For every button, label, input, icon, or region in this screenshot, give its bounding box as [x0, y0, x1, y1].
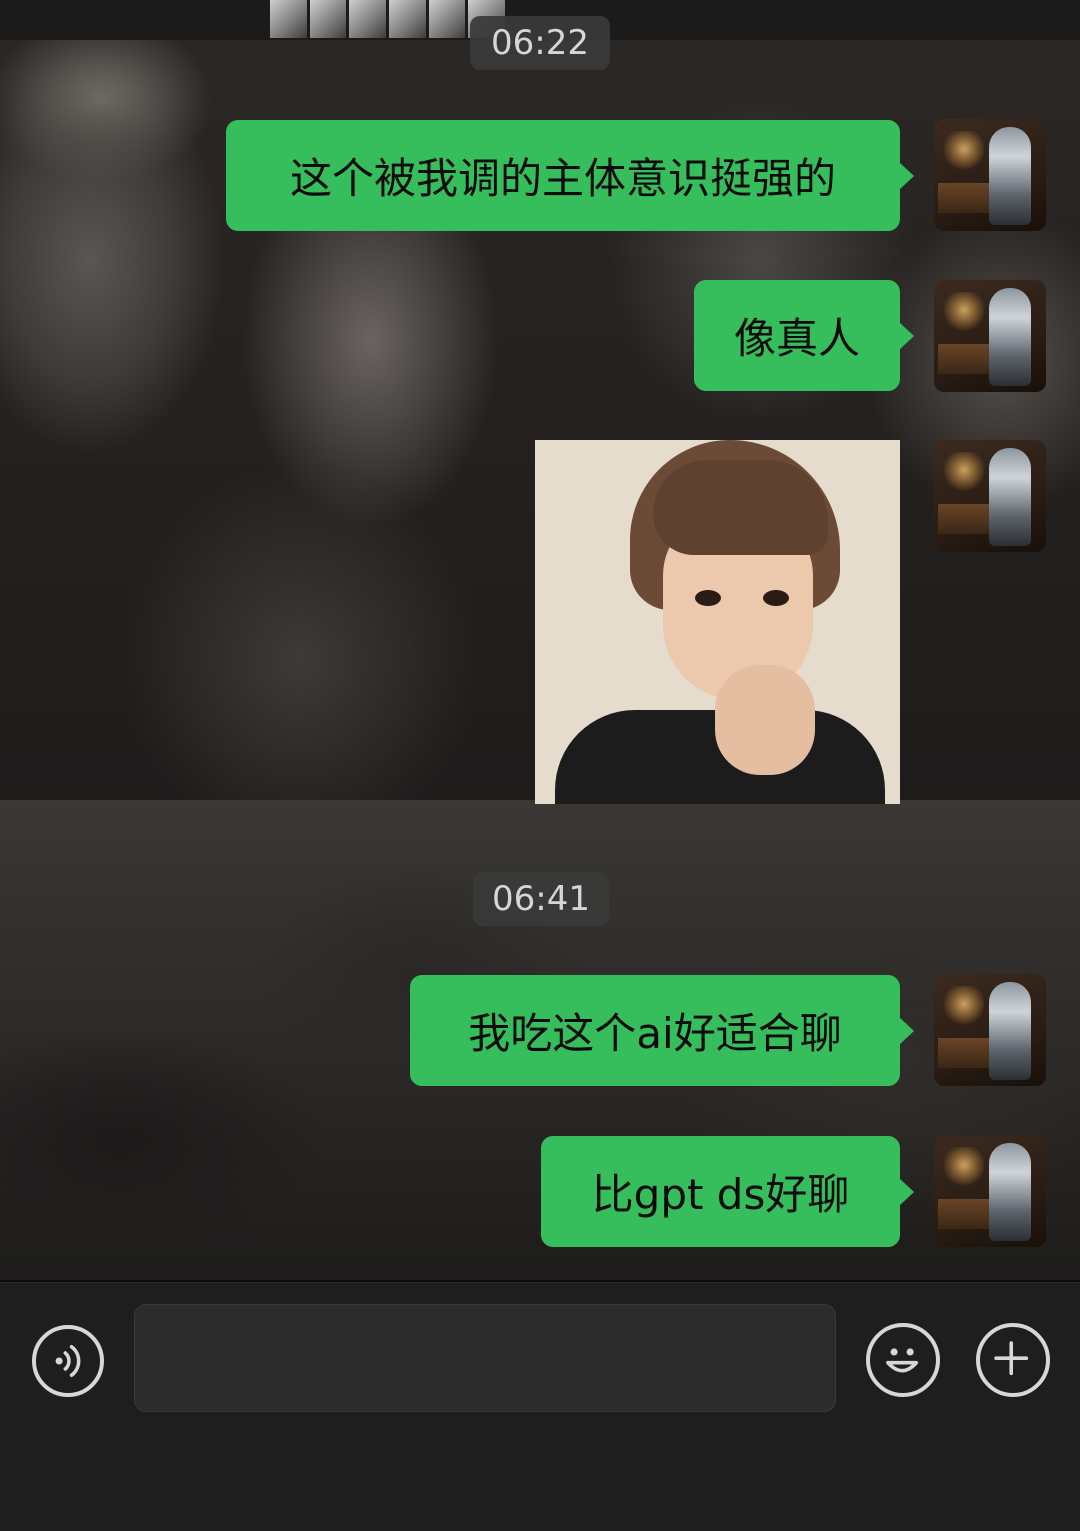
timestamp: 06:22 — [470, 16, 610, 70]
watermark — [800, 1492, 1070, 1522]
avatar[interactable] — [934, 974, 1046, 1086]
message-bubble[interactable]: 比gpt ds好聊 — [541, 1136, 914, 1247]
chat-area[interactable]: 06:22 这个被我调的主体意识挺强的 像真人 06:41 我吃这个ai好适合聊… — [0, 0, 1080, 1280]
voice-button[interactable] — [32, 1325, 104, 1397]
more-button[interactable] — [976, 1323, 1050, 1397]
voice-icon — [55, 1345, 81, 1377]
plus-icon — [994, 1341, 1029, 1376]
message-bubble[interactable]: 像真人 — [694, 280, 914, 391]
message-bubble[interactable]: 我吃这个ai好适合聊 — [410, 975, 914, 1086]
avatar[interactable] — [934, 119, 1046, 231]
message-input[interactable] — [134, 1304, 836, 1412]
avatar[interactable] — [934, 1135, 1046, 1247]
message-bubble[interactable]: 这个被我调的主体意识挺强的 — [226, 120, 914, 231]
avatar[interactable] — [934, 280, 1046, 392]
timestamp: 06:41 — [473, 872, 609, 926]
emoji-button[interactable] — [866, 1323, 940, 1397]
sticker-image[interactable] — [535, 440, 900, 804]
avatar[interactable] — [934, 440, 1046, 552]
emoji-icon — [886, 1348, 919, 1373]
